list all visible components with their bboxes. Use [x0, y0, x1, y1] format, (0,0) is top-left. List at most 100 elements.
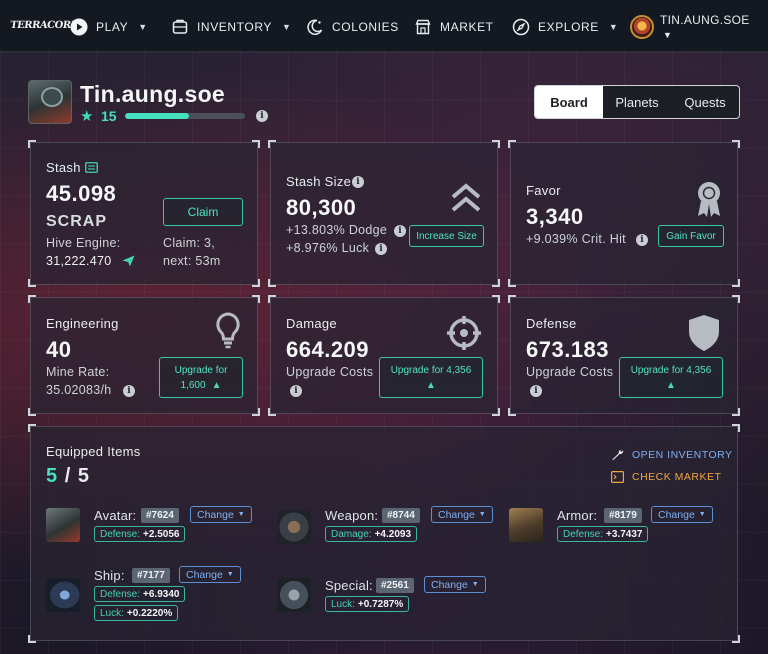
armor-item-image[interactable]: [509, 508, 543, 542]
profile-avatar[interactable]: [630, 15, 654, 39]
claim-button[interactable]: Claim: [163, 198, 243, 226]
info-icon[interactable]: i: [123, 385, 135, 397]
logo[interactable]: TERRACORE: [8, 13, 78, 39]
double-chevron-up-icon: [450, 183, 482, 218]
info-icon[interactable]: i: [256, 110, 268, 122]
stash-label: Stash: [46, 160, 81, 175]
equipped-title: Equipped Items: [46, 444, 141, 459]
equipped-items-card: Equipped Items 5 / 5 OPEN INVENTORY CHEC…: [28, 424, 740, 643]
inventory-icon: [171, 18, 189, 36]
profile-name[interactable]: TIN.AUNG.SOE: [660, 13, 750, 27]
change-ship-button[interactable]: Change ▼: [179, 566, 241, 583]
hive-token-icon: ▲: [211, 379, 222, 391]
wrench-icon: [611, 448, 624, 461]
chevron-down-icon: ▼: [138, 22, 148, 32]
defense-label: Defense: [526, 316, 577, 331]
item-slot-label: Weapon:: [325, 508, 379, 523]
chevron-down-icon[interactable]: ▼: [663, 30, 672, 40]
change-armor-button[interactable]: Change ▼: [651, 506, 713, 523]
nav-colonies[interactable]: COLONIES: [306, 16, 399, 38]
top-nav: TERRACORE PLAY ▼ INVENTORY ▼ COLONIES MA…: [0, 0, 768, 52]
player-level: 15: [101, 108, 117, 124]
compass-icon: [512, 18, 530, 36]
info-icon[interactable]: i: [352, 176, 364, 188]
change-weapon-button[interactable]: Change ▼: [431, 506, 493, 523]
nav-inventory[interactable]: INVENTORY ▼: [171, 16, 292, 38]
info-icon[interactable]: i: [530, 385, 542, 397]
change-label: Change: [658, 508, 695, 521]
item-id-tag: #7624: [141, 508, 179, 523]
view-tabs: Board Planets Quests: [534, 85, 740, 119]
player-avatar: [28, 80, 72, 124]
stash-size-card: Stash Size i 80,300 +13.803% Dodge i +8.…: [268, 140, 500, 287]
increase-size-button[interactable]: Increase Size: [409, 225, 484, 247]
item-stat-badge: Defense: +3.7437: [557, 526, 649, 542]
stash-value: 45.098: [46, 181, 117, 206]
xp-progress-bar: [125, 113, 245, 119]
document-icon: [85, 162, 98, 173]
info-icon[interactable]: i: [290, 385, 302, 397]
ship-item-image[interactable]: [46, 578, 80, 612]
tab-board[interactable]: Board: [535, 86, 603, 118]
star-icon: ★: [80, 108, 94, 125]
defense-value: 673.183: [526, 337, 610, 362]
change-label: Change: [186, 568, 223, 581]
upgrade-defense-button[interactable]: Upgrade for 4,356 ▲: [619, 357, 723, 398]
upgrade-engineering-button[interactable]: Upgrade for 1,600 ▲: [159, 357, 243, 398]
stash-card: Stash 45.098 SCRAP Hive Engine: 31,222.4…: [28, 140, 260, 287]
tab-planets[interactable]: Planets: [603, 86, 671, 118]
upgrade-damage-button[interactable]: Upgrade for 4,356 ▲: [379, 357, 483, 398]
change-special-button[interactable]: Change ▼: [424, 576, 486, 593]
nav-explore-label: EXPLORE: [538, 20, 599, 34]
stash-size-value: 80,300: [286, 195, 357, 220]
item-stat-badge: Defense: +2.5056: [94, 526, 186, 542]
nav-explore[interactable]: EXPLORE ▼: [512, 16, 618, 38]
item-slot-label: Ship:: [94, 568, 125, 583]
hive-engine-label: Hive Engine:: [46, 236, 121, 250]
change-label: Change: [431, 578, 468, 591]
info-icon[interactable]: i: [394, 225, 406, 237]
favor-card: Favor 3,340 +9.039% Crit. Hit i Gain Fav…: [508, 140, 740, 287]
equipped-count-total: 5: [77, 465, 90, 487]
item-stat-badge: Luck: +0.7287%: [325, 596, 410, 612]
engineering-value: 40: [46, 337, 72, 362]
favor-crit: +9.039% Crit. Hit: [526, 232, 626, 246]
nav-play[interactable]: PLAY ▼: [70, 16, 148, 38]
lightbulb-icon: [214, 311, 242, 354]
damage-label: Damage: [286, 316, 337, 331]
chevron-down-icon: ▼: [226, 571, 234, 578]
info-icon[interactable]: i: [636, 234, 648, 246]
crosshair-icon: [446, 315, 482, 356]
chevron-down-icon: ▼: [281, 22, 292, 32]
username: Tin.aung.soe: [80, 81, 226, 107]
mine-rate-label: Mine Rate:: [46, 365, 110, 379]
gain-favor-button[interactable]: Gain Favor: [658, 225, 724, 247]
nav-market[interactable]: MARKET: [414, 16, 494, 38]
change-label: Change: [438, 508, 475, 521]
tab-quests[interactable]: Quests: [671, 86, 739, 118]
play-icon: [70, 18, 88, 36]
info-icon[interactable]: i: [375, 243, 387, 255]
check-market-link[interactable]: CHECK MARKET: [611, 471, 721, 483]
defense-upgrade-costs-label: Upgrade Costs: [526, 365, 614, 379]
change-avatar-button[interactable]: Change ▼: [190, 506, 252, 523]
avatar-item-image[interactable]: [46, 508, 80, 542]
mine-rate-value: 35.02083/h: [46, 383, 112, 397]
chevron-down-icon: ▼: [698, 511, 706, 518]
terminal-icon: [611, 471, 624, 483]
market-icon: [414, 18, 432, 36]
shield-icon: [687, 314, 721, 357]
item-stat-badge: Damage: +4.2093: [325, 526, 418, 542]
item-slot-label: Avatar:: [94, 508, 137, 523]
stash-size-dodge: +13.803% Dodge: [286, 223, 388, 237]
nav-colonies-label: COLONIES: [332, 20, 399, 34]
open-inventory-link[interactable]: OPEN INVENTORY: [611, 448, 733, 461]
item-id-tag: #7177: [132, 568, 170, 583]
hive-engine-value: 31,222.470: [46, 254, 112, 268]
weapon-item-image[interactable]: [277, 510, 311, 544]
hive-token-icon: ▲: [426, 379, 436, 391]
favor-value: 3,340: [526, 204, 584, 229]
upgrade-cost: 1,600: [180, 379, 206, 391]
send-icon[interactable]: [122, 255, 135, 267]
special-item-image[interactable]: [277, 578, 311, 612]
